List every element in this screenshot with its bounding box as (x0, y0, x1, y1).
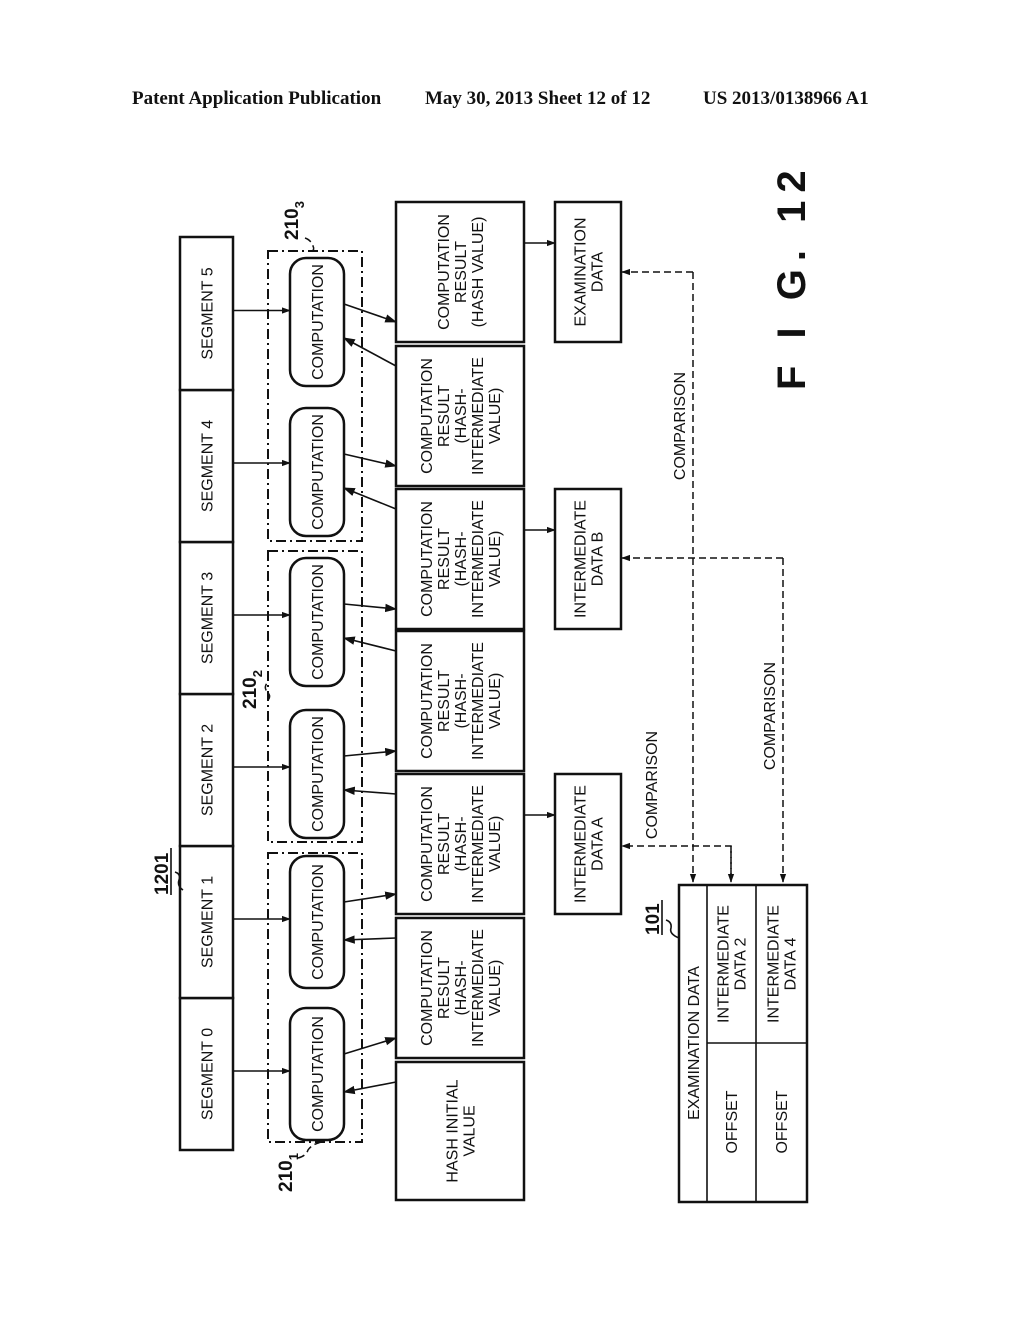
computation-label-2: COMPUTATION (310, 716, 327, 832)
diagram-body: SEGMENT 0 SEGMENT 1 SEGMENT 2 SEGMENT 3 SEGM… (152, 162, 814, 1204)
segment-label-1: SEGMENT 1 (200, 876, 217, 968)
ref-210-1: 2101 (276, 1153, 301, 1192)
computation-label-5: COMPUTATION (310, 264, 327, 380)
comparison-label-exam: COMPARISON (672, 372, 689, 480)
output-arrow-5 (343, 303, 398, 323)
exam-table-offset-2: OFFSET (774, 1090, 791, 1153)
computation-label-3: COMPUTATION (310, 564, 327, 680)
segment-label-5: SEGMENT 5 (200, 267, 217, 359)
figure-label: F I G. 12 (770, 162, 814, 390)
figure-12-diagram: SEGMENT 0 SEGMENT 1 SEGMENT 2 SEGMENT 3 SEGM… (152, 162, 814, 1204)
computation-label-0: COMPUTATION (310, 1016, 327, 1132)
segment-label-2: SEGMENT 2 (200, 724, 217, 816)
output-arrow-3 (343, 603, 398, 613)
output-arrow-0 (343, 1037, 398, 1055)
ref-1201: 1201 (152, 852, 173, 895)
comparison-label-a: COMPARISON (644, 731, 661, 839)
comparison-label-b: COMPARISON (762, 662, 779, 770)
exam-table-offset-1: OFFSET (724, 1090, 741, 1153)
computation-label-1: COMPUTATION (310, 864, 327, 980)
feed-arrow-1 (342, 935, 397, 944)
feed-arrow-5 (342, 337, 397, 367)
feed-arrow-3 (342, 636, 397, 652)
output-arrow-1 (343, 891, 398, 903)
segment-label-3: SEGMENT 3 (200, 572, 217, 664)
feed-arrow-0 (342, 1081, 397, 1095)
output-arrow-4 (343, 453, 398, 468)
feed-arrow-4 (342, 487, 397, 510)
ref-210-2: 2102 (240, 670, 265, 709)
segment-label-4: SEGMENT 4 (200, 420, 217, 512)
ref-210-3-leader (304, 237, 315, 253)
ref-210-1-leader (297, 1141, 323, 1159)
ref-101-leader (665, 919, 680, 939)
ref-210-3: 2103 (282, 201, 307, 240)
exam-table-title: EXAMINATION DATA (686, 966, 703, 1120)
computation-label-4: COMPUTATION (310, 414, 327, 530)
ref-101: 101 (643, 903, 664, 935)
segment-label-0: SEGMENT 0 (200, 1028, 217, 1120)
feed-arrow-2 (342, 786, 397, 796)
output-arrow-2 (343, 747, 398, 757)
comparison-line-a (621, 842, 732, 880)
